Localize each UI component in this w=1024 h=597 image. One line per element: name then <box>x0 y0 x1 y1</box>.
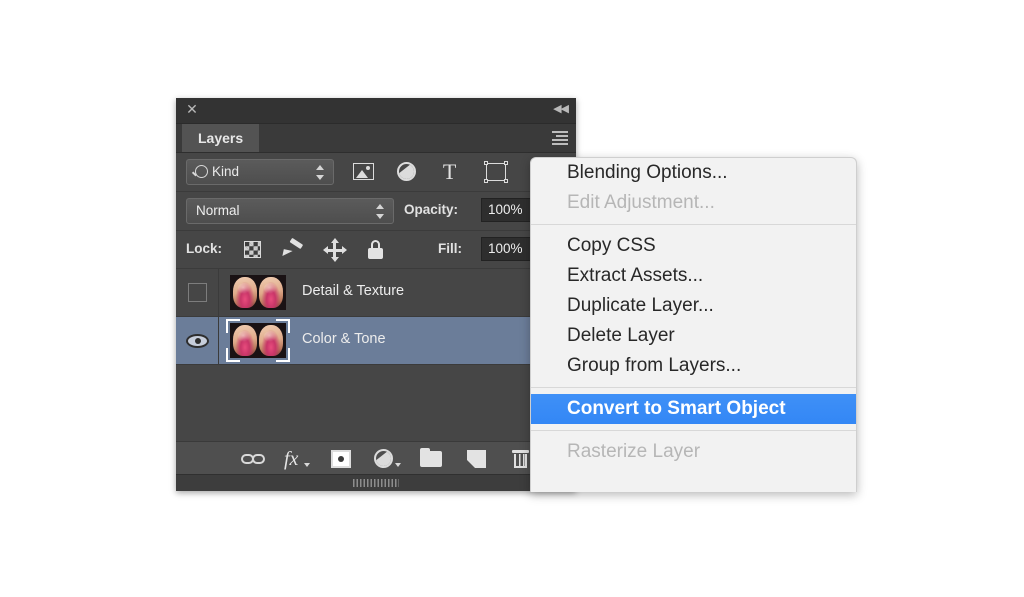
new-layer-icon[interactable] <box>460 447 494 471</box>
menu-item[interactable]: Group from Layers... <box>531 351 856 381</box>
layer-filter-row: Kind T <box>176 153 576 192</box>
chevron-updown-icon <box>376 204 385 219</box>
layer-name: Detail & Texture <box>302 283 405 299</box>
lock-transparent-pixels-icon[interactable] <box>238 238 274 261</box>
grip-lines-icon <box>353 479 399 487</box>
blend-mode-select[interactable]: Normal <box>186 198 394 224</box>
filter-kind-label: Kind <box>212 164 240 179</box>
table-row[interactable]: Detail & Texture <box>176 269 576 317</box>
panel-titlebar: ✕ ◀◀ <box>176 98 576 124</box>
menu-item: Edit Adjustment... <box>567 192 715 213</box>
menu-item[interactable]: Convert to Smart Object <box>531 394 856 424</box>
collapse-to-icons-icon[interactable]: ◀◀ <box>553 102 569 116</box>
menu-item[interactable]: Delete Layer <box>531 321 856 351</box>
menu-item[interactable]: Duplicate Layer... <box>531 291 856 321</box>
lock-label: Lock: <box>186 241 223 256</box>
menu-separator <box>531 387 856 388</box>
panel-resize-grip[interactable] <box>176 474 576 491</box>
panel-bottom-toolbar: fx <box>176 441 576 475</box>
menu-item: Rasterize Layer <box>567 441 701 462</box>
menu-item[interactable]: Extract Assets... <box>531 261 856 291</box>
layers-panel: ✕ ◀◀ Layers Kind T Normal Opacity: 100% … <box>176 98 576 491</box>
menu-item[interactable]: Copy CSS <box>531 231 856 261</box>
chevron-updown-icon <box>316 165 325 180</box>
lock-position-icon[interactable] <box>319 238 355 262</box>
panel-menu-icon[interactable] <box>551 131 568 145</box>
close-icon[interactable]: ✕ <box>185 102 199 116</box>
layer-context-menu: Blending Options... Edit Adjustment... Cop… <box>530 157 857 492</box>
opacity-label: Opacity: <box>404 202 459 217</box>
filter-type-layers-icon[interactable]: T <box>433 160 473 184</box>
table-row[interactable]: Color & Tone <box>176 317 576 365</box>
layer-list: Detail & Texture Color & Tone <box>176 269 576 427</box>
tab-layers[interactable]: Layers <box>182 124 260 152</box>
fill-value: 100% <box>488 241 523 256</box>
layer-visibility-toggle[interactable] <box>176 317 219 364</box>
menu-separator <box>531 430 856 431</box>
filter-adjustment-layers-icon[interactable] <box>388 160 428 184</box>
new-group-icon[interactable] <box>414 447 448 471</box>
layer-thumbnail <box>230 323 286 358</box>
visibility-off-box-icon <box>188 283 207 302</box>
layer-visibility-toggle[interactable] <box>176 269 219 316</box>
opacity-value: 100% <box>488 202 523 217</box>
link-layers-icon[interactable] <box>236 447 270 471</box>
blend-mode-value: Normal <box>196 203 240 218</box>
fill-label: Fill: <box>438 241 462 256</box>
layer-style-fx-icon[interactable]: fx <box>280 447 314 471</box>
lock-icons <box>238 238 395 262</box>
lock-all-icon[interactable] <box>359 238 395 261</box>
menu-separator <box>531 224 856 225</box>
blend-mode-row: Normal Opacity: 100% <box>176 192 576 231</box>
filter-pixel-layers-icon[interactable] <box>344 160 384 184</box>
layer-thumbnail <box>230 275 286 310</box>
search-icon <box>195 165 208 178</box>
lock-row: Lock: Fill: 100% <box>176 231 576 269</box>
panel-tabstrip: Layers <box>176 124 576 153</box>
add-layer-mask-icon[interactable] <box>324 447 358 471</box>
filter-kind-select[interactable]: Kind <box>186 159 334 185</box>
layer-name: Color & Tone <box>302 331 386 347</box>
lock-image-pixels-icon[interactable] <box>278 238 314 261</box>
filter-shape-layers-icon[interactable] <box>477 160 517 184</box>
eye-icon <box>186 334 209 348</box>
menu-item[interactable]: Blending Options... <box>531 158 856 188</box>
new-adjustment-layer-icon[interactable] <box>368 447 402 471</box>
